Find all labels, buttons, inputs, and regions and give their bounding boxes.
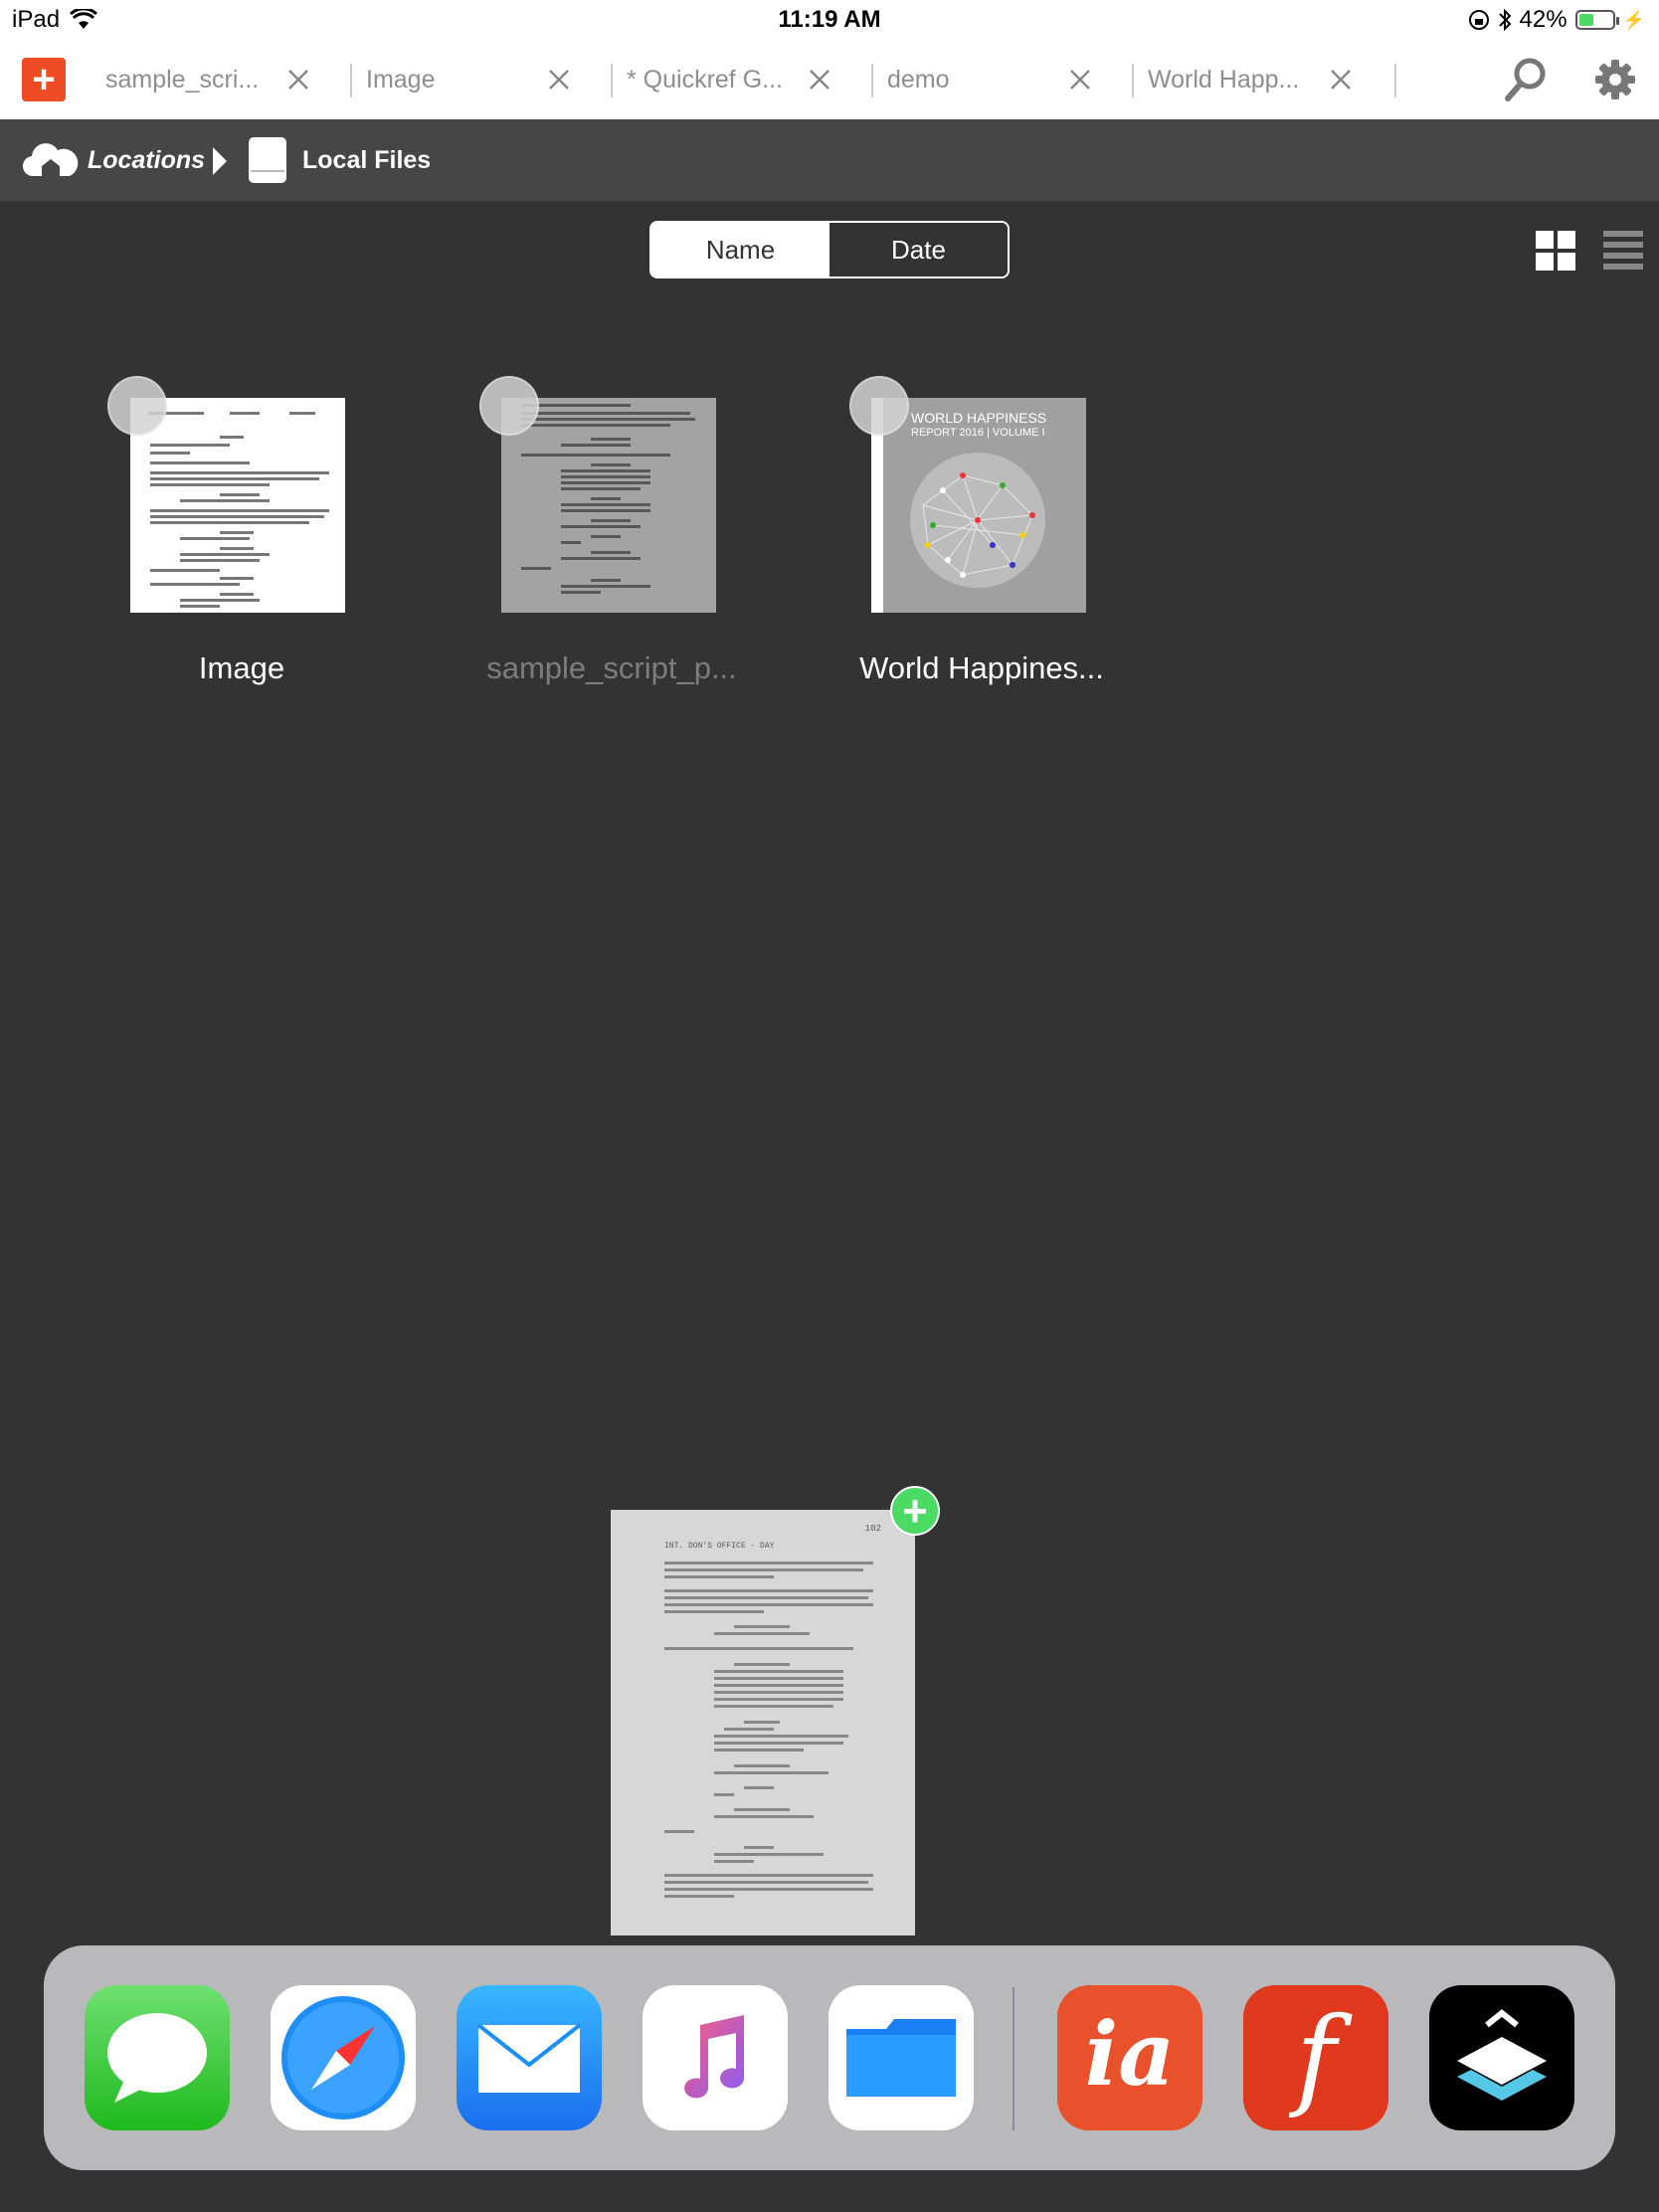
tab-label: demo bbox=[887, 65, 950, 93]
select-circle[interactable] bbox=[479, 376, 539, 436]
tab-image[interactable]: Image bbox=[352, 60, 613, 99]
add-badge-icon: + bbox=[890, 1486, 940, 1536]
charging-icon: ⚡ bbox=[1622, 9, 1645, 30]
cover-title: WORLD HAPPINESS bbox=[911, 410, 1047, 426]
music-icon[interactable] bbox=[643, 1985, 788, 2130]
tab-label: * Quickref G... bbox=[627, 65, 783, 93]
report-cover-thumbnail: WORLD HAPPINESS REPORT 2016 | VOLUME I bbox=[871, 398, 1086, 613]
breadcrumb-locations-label: Locations bbox=[88, 145, 206, 174]
tab-demo[interactable]: demo bbox=[873, 60, 1134, 99]
tab-label: Image bbox=[366, 65, 436, 93]
grid-view-icon[interactable] bbox=[1536, 231, 1575, 271]
list-view-icon[interactable] bbox=[1603, 231, 1643, 271]
file-name: World Happines... bbox=[859, 650, 1104, 685]
close-icon[interactable] bbox=[545, 66, 573, 93]
cover-subtitle: REPORT 2016 | VOLUME I bbox=[911, 427, 1045, 439]
screenplay-page-thumbnail bbox=[130, 398, 345, 613]
app-logo-icon[interactable]: + bbox=[22, 58, 66, 101]
tab-sample-script[interactable]: sample_scri... bbox=[92, 60, 352, 99]
network-globe-icon bbox=[910, 453, 1045, 588]
svg-text:f: f bbox=[1289, 1993, 1353, 2120]
file-item-sample-script[interactable]: sample_script_p... bbox=[448, 376, 776, 694]
file-name: sample_script_p... bbox=[486, 650, 737, 685]
file-item-image[interactable]: Image bbox=[78, 376, 406, 694]
sort-by-name-button[interactable]: Name bbox=[651, 223, 830, 276]
orientation-lock-icon bbox=[1468, 10, 1489, 30]
messages-icon[interactable] bbox=[85, 1985, 230, 2130]
ia-writer-icon[interactable]: ia bbox=[1057, 1985, 1202, 2130]
search-icon[interactable] bbox=[1500, 54, 1552, 105]
bluetooth-icon bbox=[1498, 8, 1511, 32]
sort-segmented-control: Name Date bbox=[649, 221, 1010, 278]
breadcrumb-local-files-label: Local Files bbox=[302, 145, 432, 174]
breadcrumb-locations[interactable]: Locations bbox=[22, 119, 205, 201]
mail-icon[interactable] bbox=[457, 1985, 602, 2130]
tab-label: sample_scri... bbox=[105, 65, 260, 93]
fade-in-icon[interactable]: f bbox=[1243, 1985, 1388, 2130]
battery-icon bbox=[1574, 10, 1619, 30]
tab-world-happiness[interactable]: World Happ... bbox=[1134, 60, 1394, 99]
breadcrumb: Locations Local Files bbox=[0, 119, 1659, 201]
chevron-right-icon bbox=[213, 147, 227, 175]
dock: ia f bbox=[44, 1945, 1615, 2170]
close-icon[interactable] bbox=[1066, 66, 1094, 93]
file-name: Image bbox=[198, 650, 285, 685]
tab-divider bbox=[1394, 64, 1396, 97]
screenplay-page-thumbnail bbox=[501, 398, 716, 613]
select-circle[interactable] bbox=[107, 376, 167, 436]
gear-icon[interactable] bbox=[1589, 54, 1641, 105]
screenplay-text-lines bbox=[664, 1562, 873, 1898]
close-icon[interactable] bbox=[1327, 66, 1355, 93]
sort-by-date-button[interactable]: Date bbox=[830, 223, 1008, 276]
safari-icon[interactable] bbox=[271, 1985, 416, 2130]
drag-preview-page[interactable]: 102 INT. DON'S OFFICE - DAY bbox=[611, 1510, 915, 1936]
breadcrumb-local-files[interactable]: Local Files bbox=[245, 119, 431, 201]
svg-text:ia: ia bbox=[1085, 2002, 1175, 2106]
close-icon[interactable] bbox=[284, 66, 312, 93]
close-icon[interactable] bbox=[806, 66, 833, 93]
buffer-icon[interactable] bbox=[1429, 1985, 1574, 2130]
status-bar: iPad 11:19 AM 42% ⚡ bbox=[0, 0, 1659, 40]
files-icon[interactable] bbox=[829, 1985, 974, 2130]
tab-label: World Happ... bbox=[1148, 65, 1300, 93]
battery-percent: 42% bbox=[1519, 6, 1567, 33]
status-time: 11:19 AM bbox=[778, 6, 881, 33]
drive-icon bbox=[249, 137, 286, 183]
dock-divider bbox=[1013, 1987, 1014, 2130]
select-circle[interactable] bbox=[849, 376, 909, 436]
tab-bar: + sample_scri... Image * Quickref G... d… bbox=[0, 40, 1659, 120]
cloud-home-icon bbox=[22, 143, 79, 177]
tab-quickref[interactable]: * Quickref G... bbox=[613, 60, 873, 99]
file-item-world-happiness[interactable]: WORLD HAPPINESS REPORT 2016 | VOLUME I W… bbox=[818, 376, 1146, 694]
